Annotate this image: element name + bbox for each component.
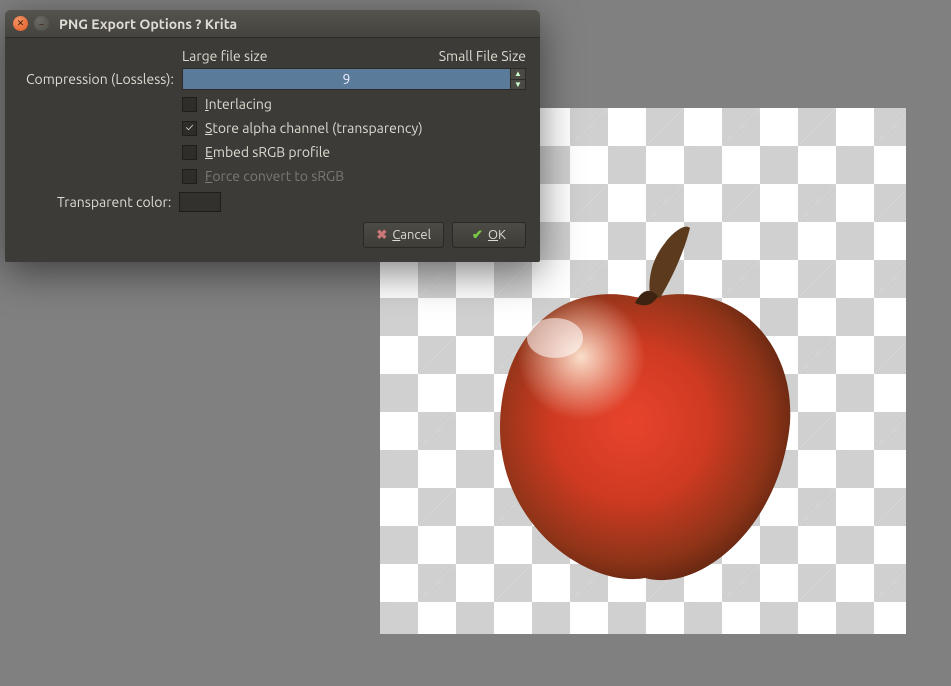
force-srgb-checkbox: Force convert to sRGB [182, 168, 526, 184]
ok-button[interactable]: ✔ OK [452, 222, 526, 248]
cancel-button[interactable]: ✖ Cancel [363, 222, 444, 248]
compression-step-up[interactable]: ▲ [511, 69, 525, 80]
embed-srgb-checkbox[interactable]: Embed sRGB profile [182, 144, 526, 160]
ok-icon: ✔ [472, 228, 483, 243]
png-export-dialog: ✕ – PNG Export Options ? Krita Large fil… [5, 10, 540, 262]
transparent-color-swatch[interactable] [179, 192, 221, 212]
interlacing-label: Interlacing [205, 96, 272, 112]
force-srgb-label: Force convert to sRGB [205, 168, 344, 184]
compression-label: Compression (Lossless): [19, 71, 182, 87]
checkbox-icon: ✓ [182, 121, 197, 136]
store-alpha-checkbox[interactable]: ✓ Store alpha channel (transparency) [182, 120, 526, 136]
dialog-titlebar[interactable]: ✕ – PNG Export Options ? Krita [5, 10, 540, 38]
compression-step-down[interactable]: ▼ [511, 80, 525, 90]
interlacing-checkbox[interactable]: Interlacing [182, 96, 526, 112]
transparent-color-label: Transparent color: [19, 194, 179, 210]
store-alpha-label: Store alpha channel (transparency) [205, 120, 423, 136]
ok-label: OK [488, 228, 506, 242]
checkbox-icon [182, 145, 197, 160]
dialog-title: PNG Export Options ? Krita [59, 16, 237, 32]
compression-value[interactable]: 9 [182, 68, 510, 90]
cancel-label: Cancel [392, 228, 431, 242]
checkbox-icon [182, 169, 197, 184]
window-minimize-button[interactable]: – [34, 16, 49, 31]
embed-srgb-label: Embed sRGB profile [205, 144, 330, 160]
cancel-icon: ✖ [376, 228, 387, 243]
hint-large-file: Large file size [182, 48, 267, 64]
checkbox-icon [182, 97, 197, 112]
window-close-button[interactable]: ✕ [13, 16, 28, 31]
compression-spinbox[interactable]: 9 ▲ ▼ [182, 68, 526, 90]
hint-small-file: Small File Size [439, 48, 526, 64]
